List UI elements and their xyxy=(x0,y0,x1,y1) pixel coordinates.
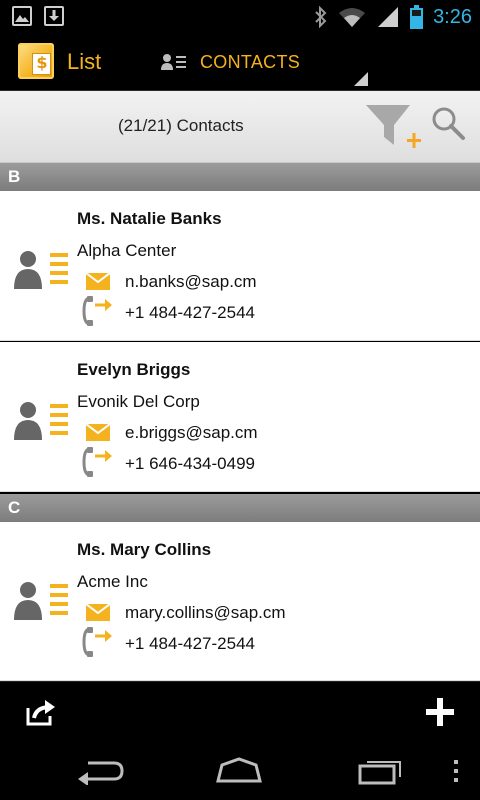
contact-email[interactable]: e.briggs@sap.cm xyxy=(125,423,258,443)
status-bar: 3:26 xyxy=(0,0,480,33)
contact-company: Acme Inc xyxy=(77,572,148,591)
contact-email[interactable]: mary.collins@sap.cm xyxy=(125,603,286,623)
call-icon[interactable] xyxy=(82,295,112,327)
action-bar: $ List CONTACTS xyxy=(0,33,480,91)
contact-card-icon xyxy=(161,54,186,70)
email-icon[interactable] xyxy=(86,604,110,621)
section-header-b: B xyxy=(0,163,480,191)
contact-row[interactable]: Evelyn Briggs Evonik Del Corp e.briggs@s… xyxy=(0,342,480,492)
contact-row[interactable]: Ms. Natalie Banks Alpha Center n.banks@s… xyxy=(0,191,480,341)
contact-company: Alpha Center xyxy=(77,241,177,260)
call-icon[interactable] xyxy=(82,626,112,658)
contact-name: Evelyn Briggs xyxy=(77,360,191,379)
contact-avatar-icon xyxy=(14,251,68,289)
share-icon[interactable] xyxy=(26,698,56,726)
overflow-menu-icon[interactable] xyxy=(452,759,460,783)
search-icon[interactable] xyxy=(428,103,468,143)
view-label: CONTACTS xyxy=(200,52,301,72)
email-icon[interactable] xyxy=(86,273,110,290)
contact-phone[interactable]: +1 484-427-2544 xyxy=(125,634,255,654)
wifi-icon xyxy=(339,8,366,27)
system-nav-bar xyxy=(0,741,480,800)
contact-name: Ms. Natalie Banks xyxy=(77,209,222,228)
signal-icon xyxy=(378,7,399,27)
view-selector-dropdown[interactable]: CONTACTS xyxy=(150,33,368,90)
app-logo-icon[interactable]: $ xyxy=(18,43,54,79)
contact-avatar-icon xyxy=(14,582,68,620)
bluetooth-icon xyxy=(315,6,327,28)
call-icon[interactable] xyxy=(82,446,112,478)
contact-phone[interactable]: +1 484-427-2544 xyxy=(125,303,255,323)
add-icon[interactable] xyxy=(424,696,456,728)
contact-name: Ms. Mary Collins xyxy=(77,540,212,559)
section-header-c: C xyxy=(0,494,480,522)
add-filter-icon[interactable] xyxy=(360,97,424,157)
contact-company: Evonik Del Corp xyxy=(77,392,200,411)
battery-icon xyxy=(410,5,424,29)
bottom-action-bar xyxy=(0,681,480,741)
email-icon[interactable] xyxy=(86,424,110,441)
contact-row[interactable]: Ms. Mary Collins Acme Inc mary.collins@s… xyxy=(0,522,480,681)
gallery-icon xyxy=(12,6,32,26)
home-icon[interactable] xyxy=(214,757,264,785)
contact-phone[interactable]: +1 646-434-0499 xyxy=(125,454,255,474)
contact-count: (21/21) Contacts xyxy=(118,116,244,135)
recents-icon[interactable] xyxy=(358,757,404,785)
back-icon[interactable] xyxy=(76,757,124,785)
clock: 3:26 xyxy=(433,5,472,28)
app-title[interactable]: List xyxy=(67,49,101,75)
contact-email[interactable]: n.banks@sap.cm xyxy=(125,272,257,292)
dropdown-indicator-icon xyxy=(354,72,368,86)
list-header-bar: (21/21) Contacts xyxy=(0,91,480,163)
download-icon xyxy=(44,6,64,26)
contact-avatar-icon xyxy=(14,402,68,440)
